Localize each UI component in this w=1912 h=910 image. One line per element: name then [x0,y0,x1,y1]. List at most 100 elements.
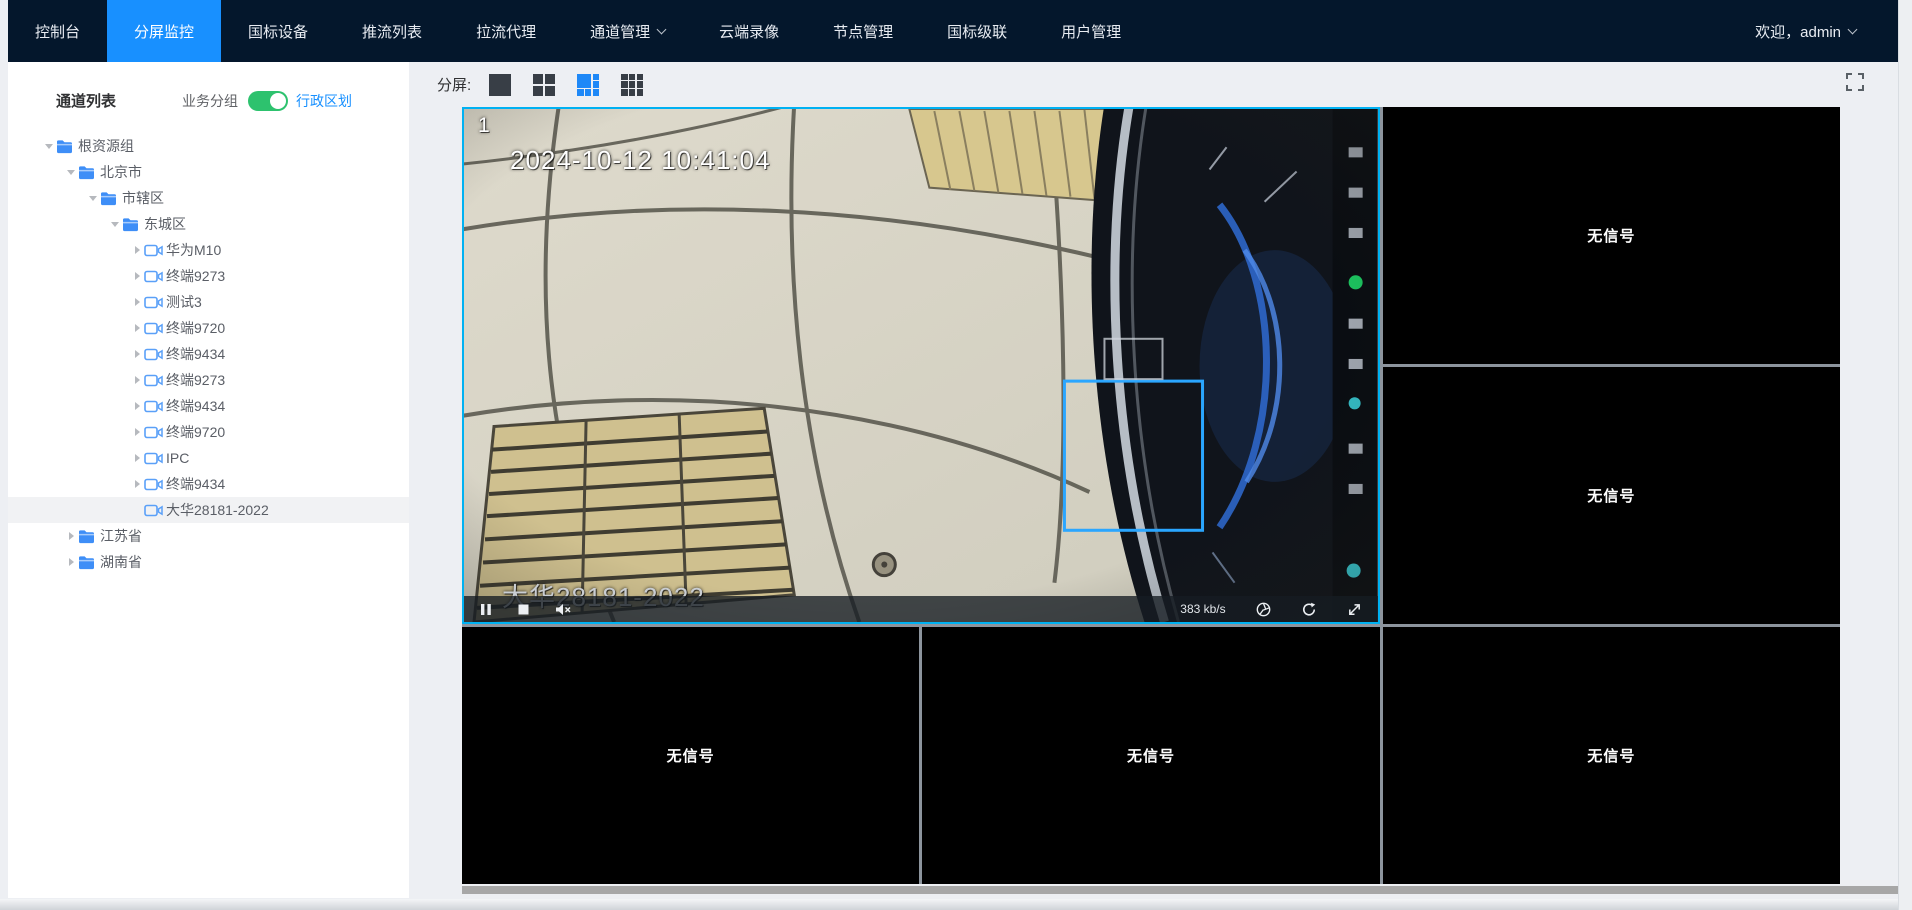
video-cell-empty[interactable]: 无信号 [1383,367,1840,624]
camera-icon-wrap [144,374,166,387]
tree-node-label: 大华28181-2022 [166,500,269,520]
camera-icon-wrap [144,348,166,361]
camera-icon-wrap [144,270,166,283]
tree-node-channel[interactable]: 终端9720 [8,315,409,341]
user-menu[interactable]: 欢迎，admin [1755,0,1898,62]
tree-node-folder[interactable]: 江苏省 [8,523,409,549]
tree-node-channel[interactable]: 大华28181-2022 [8,497,409,523]
tree-node-folder[interactable]: 湖南省 [8,549,409,575]
camera-icon-wrap [144,296,166,309]
nav-items: 控制台分屏监控 国标设备 推流列表 拉流代理 通道管理云端录像 节点管理 国标级联 用户管理 [8,0,1148,62]
nav-item-label: 国标设备 [248,21,308,42]
group-mode-toggle[interactable] [248,91,288,111]
tree-node-channel[interactable]: 终端9434 [8,393,409,419]
refresh-button[interactable] [1301,602,1317,617]
tree-node-label: 终端9434 [166,344,225,364]
split-pane [637,81,643,87]
tree-node-folder[interactable]: 根资源组 [8,133,409,159]
caret-right-icon[interactable] [130,480,144,488]
tree-node-channel[interactable]: 华为M10 [8,237,409,263]
split-pane [637,74,643,80]
tree-node-folder[interactable]: 北京市 [8,159,409,185]
fullscreen-button[interactable] [1845,72,1865,92]
tree-node-channel[interactable]: 终端9720 [8,419,409,445]
caret-right-icon[interactable] [130,454,144,462]
nav-item-label: 拉流代理 [476,21,536,42]
nav-item[interactable]: 节点管理 [806,0,920,62]
tree-node-folder[interactable]: 市辖区 [8,185,409,211]
no-signal-text: 无信号 [1587,745,1635,766]
expand-button[interactable] [1347,602,1362,617]
camera-icon-wrap [144,504,166,517]
split-9-button[interactable] [621,74,643,96]
stop-button[interactable] [518,604,529,615]
channel-tree: 根资源组北京市市辖区东城区华为M10终端9273测试3终端9720终端9434终… [8,127,409,575]
nav-item[interactable]: 通道管理 [563,0,692,62]
split-pane [593,81,599,87]
tree-node-channel[interactable]: 终端9273 [8,263,409,289]
tree-node-label: IPC [166,450,189,466]
snapshot-button[interactable] [1256,602,1271,617]
split-pane [577,89,583,95]
caret-right-icon[interactable] [64,532,78,540]
window-index: 1 [478,114,490,138]
folder-icon-wrap [56,139,78,154]
caret-right-icon[interactable] [130,402,144,410]
camera-icon [144,244,163,257]
nav-item-label: 用户管理 [1061,21,1121,42]
caret-down-icon[interactable] [108,222,122,227]
caret-down-icon[interactable] [86,196,100,201]
nav-item[interactable]: 推流列表 [335,0,449,62]
video-cell-empty[interactable]: 无信号 [1383,627,1840,884]
caret-down-icon[interactable] [42,144,56,149]
pause-button[interactable] [480,603,492,616]
nav-item[interactable]: 用户管理 [1034,0,1148,62]
tree-node-label: 测试3 [166,292,202,312]
tree-node-folder[interactable]: 东城区 [8,211,409,237]
caret-right-icon[interactable] [130,298,144,306]
nav-item[interactable]: 国标级联 [920,0,1034,62]
caret-right-icon[interactable] [130,376,144,384]
no-signal-text: 无信号 [1127,745,1175,766]
nav-item[interactable]: 拉流代理 [449,0,563,62]
nav-item-label: 节点管理 [833,21,893,42]
video-cell-active[interactable]: 1 2024-10-12 10:41:04 大华28181-2022 383 k… [462,107,1380,624]
split-pane [577,74,591,88]
nav-item[interactable]: 分屏监控 [107,0,221,62]
split-pane [621,89,627,95]
split-pane [545,74,555,84]
tree-node-channel[interactable]: 终端9434 [8,471,409,497]
video-cell-empty[interactable]: 无信号 [462,627,919,884]
split-options [489,74,665,96]
caret-right-icon[interactable] [130,272,144,280]
mute-toggle-button[interactable] [555,603,572,616]
caret-right-icon[interactable] [64,558,78,566]
nav-item[interactable]: 控制台 [8,0,107,62]
video-grid: 1 2024-10-12 10:41:04 大华28181-2022 383 k… [462,107,1840,884]
nav-item[interactable]: 云端录像 [692,0,806,62]
tree-node-channel[interactable]: 终端9273 [8,367,409,393]
caret-right-icon[interactable] [130,350,144,358]
split-6-button[interactable] [577,74,599,96]
tree-node-channel[interactable]: 终端9434 [8,341,409,367]
caret-right-icon[interactable] [130,324,144,332]
split-label: 分屏: [437,74,471,95]
caret-down-icon[interactable] [64,170,78,175]
horizontal-scrollbar[interactable] [462,886,1898,894]
tree-node-channel[interactable]: 测试3 [8,289,409,315]
caret-right-icon[interactable] [130,246,144,254]
caret-right-icon[interactable] [130,428,144,436]
no-signal-text: 无信号 [667,745,715,766]
admin-region-link[interactable]: 行政区划 [296,91,352,111]
tree-node-channel[interactable]: IPC [8,445,409,471]
video-cell-empty[interactable]: 无信号 [922,627,1379,884]
camera-icon [144,426,163,439]
nav-item-label: 国标级联 [947,21,1007,42]
vertical-scrollbar[interactable] [1898,0,1912,910]
split-4-button[interactable] [533,74,555,96]
split-1-button[interactable] [489,74,511,96]
nav-item[interactable]: 国标设备 [221,0,335,62]
chevron-down-icon [1848,24,1858,34]
bitrate-readout: 383 kb/s [1180,602,1225,616]
video-cell-empty[interactable]: 无信号 [1383,107,1840,364]
